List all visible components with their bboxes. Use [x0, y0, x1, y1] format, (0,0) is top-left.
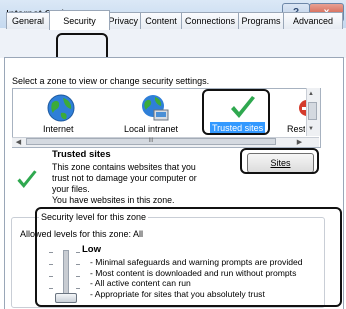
sites-button[interactable]: Sites	[247, 153, 314, 173]
tab-privacy[interactable]: Privacy	[108, 12, 141, 29]
zone-trusted-sites[interactable]	[228, 93, 258, 123]
selected-zone-title: Trusted sites	[52, 149, 111, 160]
zone-restricted-label: Resti	[287, 124, 305, 134]
scroll-down-arrow-icon[interactable]: ▼	[308, 126, 314, 132]
scroll-right-arrow-icon[interactable]: ▶	[294, 137, 305, 146]
zone-local-intranet[interactable]	[140, 93, 170, 123]
zone-trusted-sites-label: Trusted sites	[210, 122, 266, 134]
level-bullet: - Appropriate for sites that you absolut…	[90, 288, 265, 299]
description-line: your files.	[52, 184, 90, 194]
level-bullet: - Minimal safeguards and warning prompts…	[90, 257, 303, 267]
zone-internet[interactable]	[46, 93, 76, 123]
tab-connections[interactable]: Connections	[181, 12, 239, 29]
green-check-icon	[17, 170, 37, 188]
tab-security[interactable]: Security	[49, 10, 110, 30]
tab-general[interactable]: General	[6, 12, 50, 29]
slider-tick	[76, 252, 80, 253]
selected-zone-icon	[15, 168, 39, 192]
sites-button-label: Sites	[270, 158, 291, 168]
tab-bar	[0, 28, 346, 58]
description-line: You have websites in this zone.	[52, 195, 175, 205]
tab-content[interactable]: Content	[140, 12, 182, 29]
globe-icon	[47, 94, 75, 122]
network-globe-icon	[142, 95, 169, 121]
slider-tick	[76, 288, 80, 289]
zone-prompt: Select a zone to view or change security…	[12, 76, 210, 86]
security-level-slider-thumb[interactable]	[55, 293, 77, 303]
description-line: trust not to damage your computer or	[52, 173, 197, 183]
tab-privacy-label: Privacy	[108, 16, 138, 26]
slider-tick	[49, 276, 53, 277]
slider-tick	[49, 252, 53, 253]
green-check-icon	[231, 96, 255, 118]
zone-restricted[interactable]	[298, 97, 315, 119]
horizontal-scroll-thumb[interactable]: III	[26, 138, 276, 145]
tab-advanced[interactable]: Advanced	[283, 12, 343, 29]
slider-tick	[49, 264, 53, 265]
level-bullet: - Most content is downloaded and run wit…	[90, 267, 297, 278]
description-line: This zone contains websites that you	[52, 162, 196, 172]
zone-internet-label: Internet	[43, 124, 74, 134]
slider-tick	[49, 288, 53, 289]
slider-tick	[76, 276, 80, 277]
restricted-icon	[299, 100, 315, 116]
security-level-name: Low	[82, 244, 101, 255]
allowed-levels-text: Allowed levels for this zone: All	[20, 229, 144, 239]
scroll-up-arrow-icon[interactable]: ▲	[308, 91, 314, 97]
security-level-bullets: - Minimal safeguards and warning prompts…	[90, 257, 303, 299]
tab-programs[interactable]: Programs	[238, 12, 284, 29]
slider-tick	[76, 264, 80, 265]
selected-zone-description: This zone contains websites that you tru…	[52, 162, 197, 206]
zone-local-intranet-label: Local intranet	[124, 124, 179, 134]
scroll-left-arrow-icon[interactable]: ◀	[13, 137, 24, 146]
level-bullet: - All active content can run	[90, 278, 191, 288]
vertical-scroll-thumb[interactable]	[308, 102, 317, 120]
security-level-group-title: Security level for this zone	[39, 212, 149, 222]
